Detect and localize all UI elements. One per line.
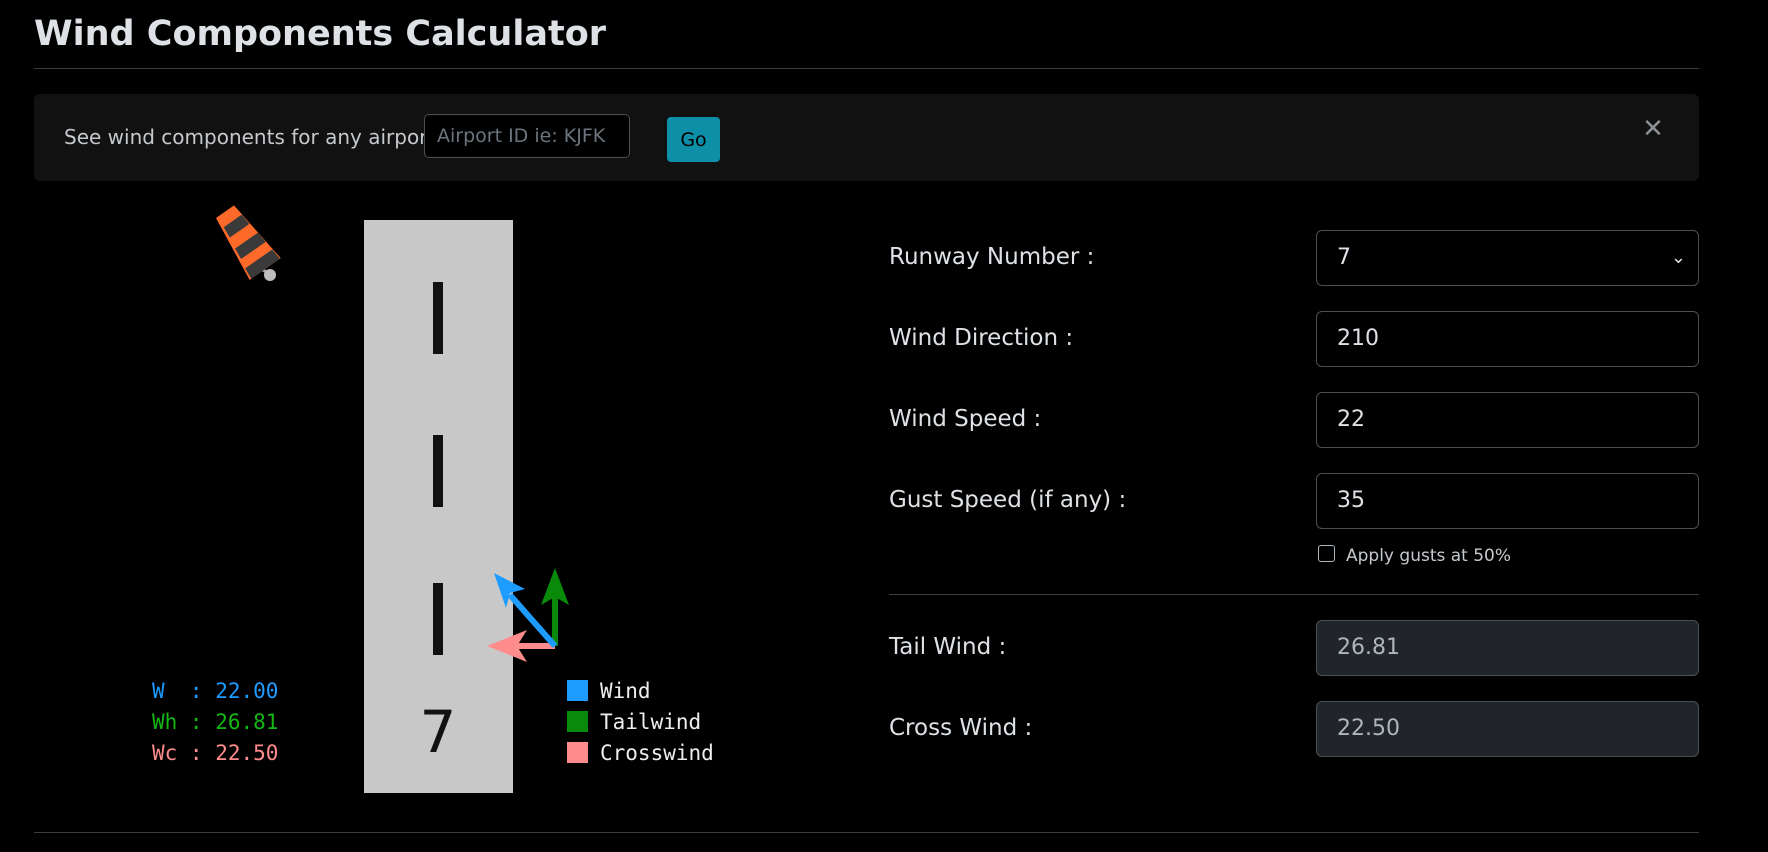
runway-number-value: 7 [1337, 245, 1351, 270]
wind-diagram: 7 W : 22.00 Wh : 26.81 Wc : 22.50 Wind T… [152, 205, 714, 793]
legend-swatch-crosswind [567, 742, 588, 763]
legend: Wind Tailwind Crosswind [567, 679, 714, 765]
runway-centerline-mark [433, 435, 443, 507]
legend-label-tailwind: Tailwind [600, 710, 701, 734]
crosswind-readout: Wc : 22.50 [152, 741, 278, 765]
wind-direction-label: Wind Direction : [889, 325, 1074, 351]
close-icon[interactable]: ✕ [1638, 114, 1668, 144]
runway-number: 7 [420, 698, 457, 766]
page-title: Wind Components Calculator [34, 14, 606, 54]
banner-text: See wind components for any airport. [64, 125, 442, 149]
legend-label-crosswind: Crosswind [600, 741, 714, 765]
title-divider [34, 68, 1699, 69]
wind-speed-input[interactable]: 22 [1316, 392, 1699, 448]
airport-id-input[interactable] [424, 114, 630, 158]
gust-speed-label: Gust Speed (if any) : [889, 487, 1127, 513]
apply-gusts-checkbox[interactable] [1318, 545, 1335, 562]
chevron-down-icon: ⌄ [1670, 247, 1686, 268]
cross-wind-label: Cross Wind : [889, 715, 1033, 741]
wind-direction-input[interactable]: 210 [1316, 311, 1699, 367]
footer-divider [34, 832, 1699, 833]
airport-search-banner: See wind components for any airport. Go … [34, 94, 1699, 181]
wind-readout: W : 22.00 [152, 679, 278, 703]
wind-speed-label: Wind Speed : [889, 406, 1042, 432]
cross-wind-output: 22.50 [1316, 701, 1699, 757]
tailwind-readout: Wh : 26.81 [152, 710, 278, 734]
legend-swatch-tailwind [567, 711, 588, 732]
tail-wind-label: Tail Wind : [889, 634, 1007, 660]
gust-speed-input[interactable]: 35 [1316, 473, 1699, 529]
apply-gusts-label: Apply gusts at 50% [1346, 546, 1512, 566]
form-divider [889, 594, 1699, 595]
runway-centerline-mark [433, 282, 443, 354]
tail-wind-output: 26.81 [1316, 620, 1699, 676]
runway-number-label: Runway Number : [889, 244, 1095, 270]
legend-swatch-wind [567, 680, 588, 701]
legend-label-wind: Wind [600, 679, 651, 703]
runway-number-select[interactable]: 7 ⌄ [1316, 230, 1699, 286]
go-button[interactable]: Go [667, 117, 720, 162]
windsock-icon [216, 205, 281, 281]
runway-centerline-mark [433, 583, 443, 655]
